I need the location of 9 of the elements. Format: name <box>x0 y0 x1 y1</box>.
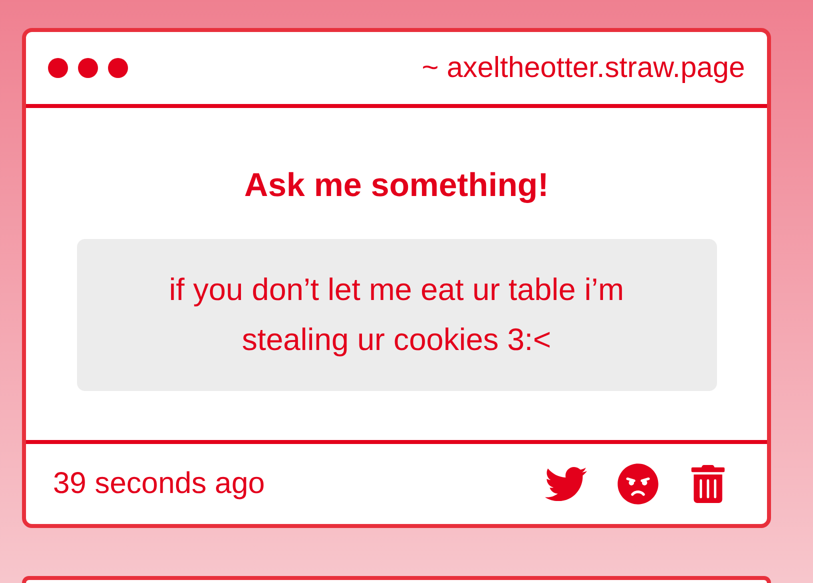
angry-face-icon[interactable] <box>617 463 659 505</box>
question-text: if you don’t let me eat ur table i’m stealing ur cookies 3:< <box>76 239 716 391</box>
trash-icon[interactable] <box>689 465 727 503</box>
window-dot-icon <box>108 58 128 78</box>
window-dot-icon <box>78 58 98 78</box>
page-address: ~ axeltheotter.straw.page <box>422 52 745 84</box>
card-title: Ask me something! <box>244 166 549 204</box>
window-dot-icon <box>48 58 68 78</box>
timestamp: 39 seconds ago <box>53 467 265 501</box>
